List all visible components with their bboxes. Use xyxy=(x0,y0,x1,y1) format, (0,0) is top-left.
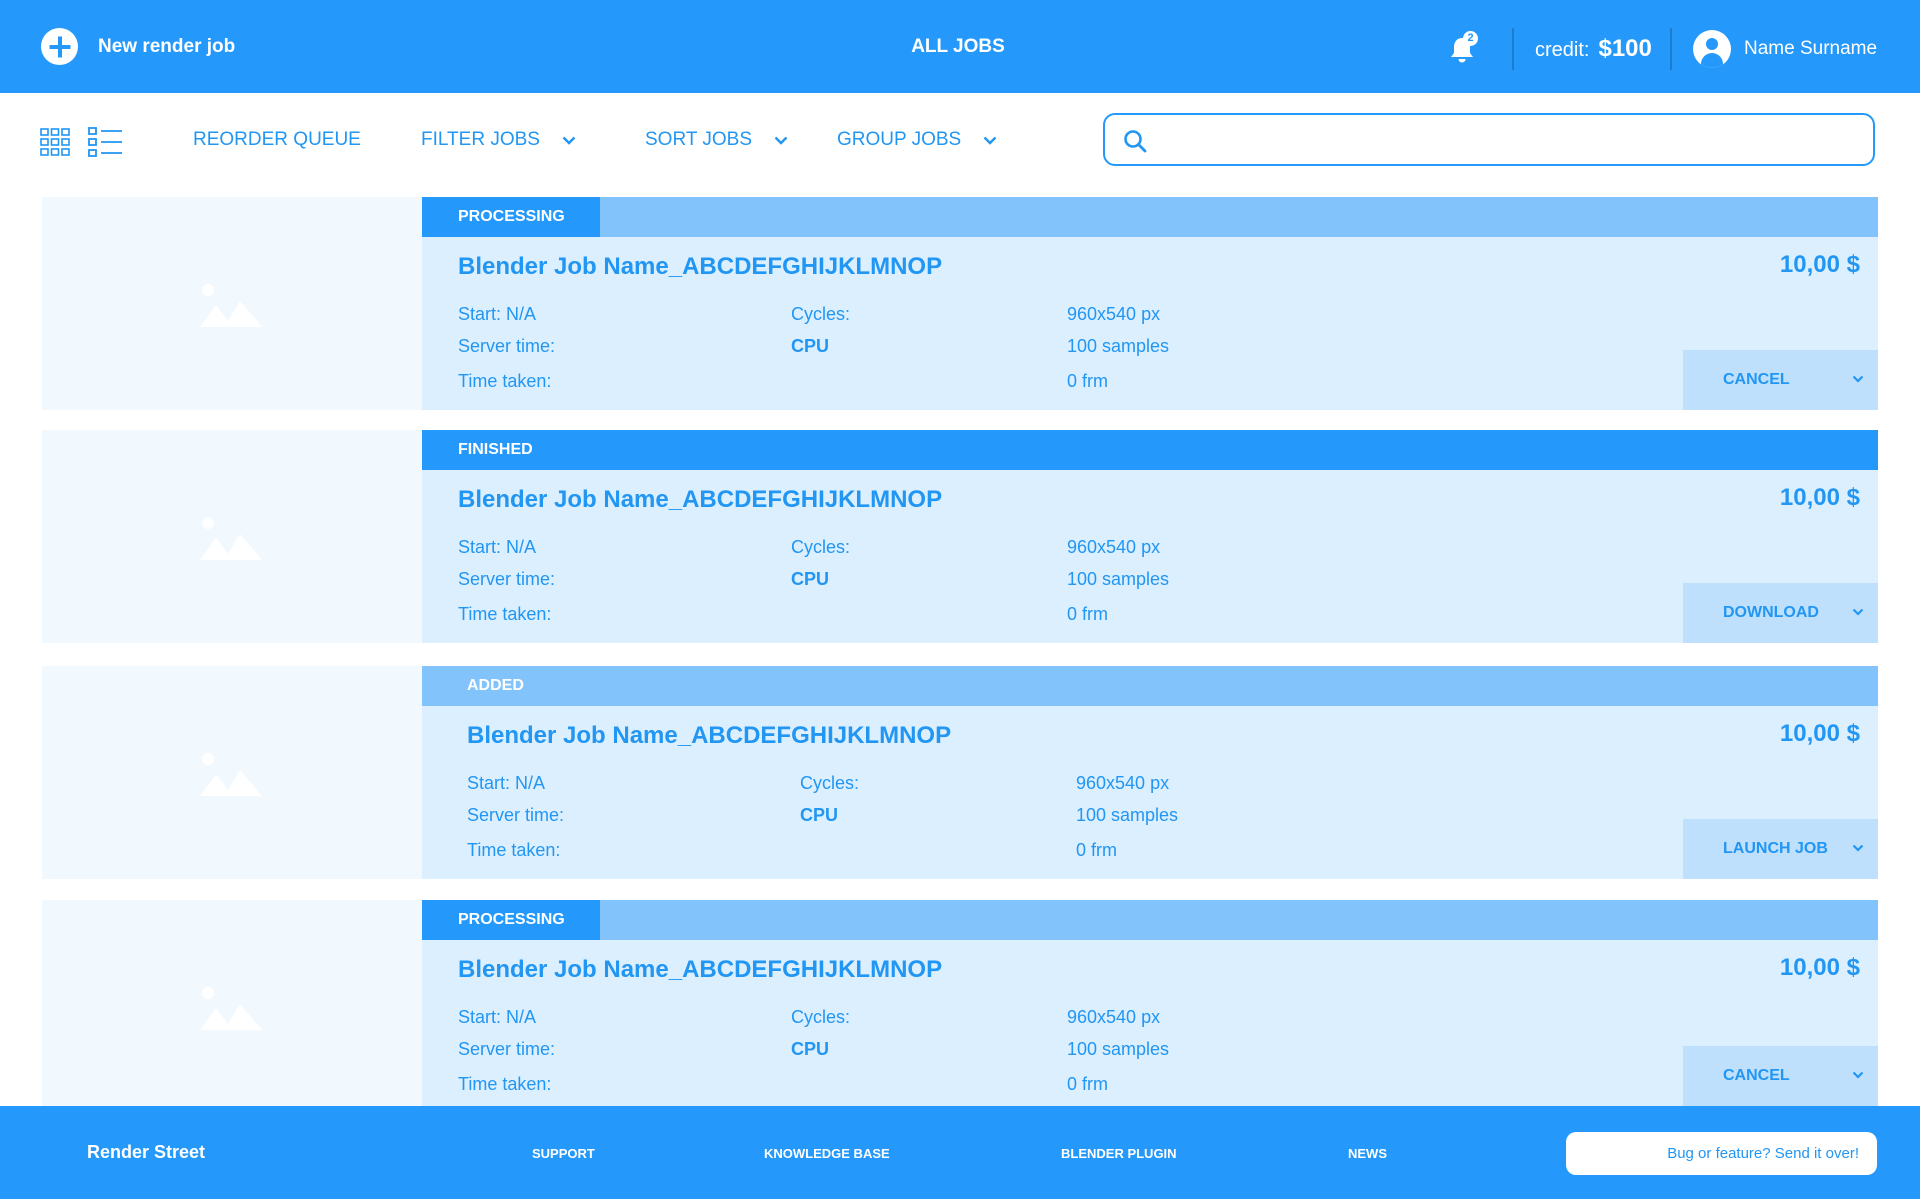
job-cpu-label: CPU xyxy=(791,569,830,589)
job-details: ADDED Blender Job Name_ABCDEFGHIJKLMNOP 10… xyxy=(422,666,1878,879)
job-start: Start: N/A xyxy=(458,537,537,557)
job-name: Blender Job Name_ABCDEFGHIJKLMNOP xyxy=(458,956,943,983)
chevron-down-icon xyxy=(1852,608,1864,616)
footer-link-blender-plugin[interactable]: BLENDER PLUGIN xyxy=(1061,1146,1177,1161)
job-time-taken-label: Time taken: xyxy=(467,840,561,860)
job-cycles-label: Cycles: xyxy=(800,773,860,793)
job-card[interactable]: FINISHED Blender Job Name_ABCDEFGHIJKLMNO… xyxy=(42,430,1878,643)
job-price: 10,00 $ xyxy=(1779,954,1860,981)
job-samples: 100 samples xyxy=(1067,336,1170,356)
job-status-bar: PROCESSING xyxy=(422,900,1878,940)
job-cpu-label: CPU xyxy=(791,1039,830,1059)
image-placeholder-icon xyxy=(200,753,262,796)
job-resolution: 960x540 px xyxy=(1067,537,1161,557)
job-action-label: LAUNCH JOB xyxy=(1723,840,1828,857)
job-price: 10,00 $ xyxy=(1779,720,1860,747)
job-action-label: CANCEL xyxy=(1723,371,1790,388)
job-card[interactable]: PROCESSING Blender Job Name_ABCDEFGHIJKLM… xyxy=(42,197,1878,410)
job-time-taken-label: Time taken: xyxy=(458,371,552,391)
image-placeholder-icon xyxy=(200,517,262,560)
job-cycles-label: Cycles: xyxy=(791,304,851,324)
job-time-taken-label: Time taken: xyxy=(458,1074,552,1094)
job-time-taken-label: Time taken: xyxy=(458,604,552,624)
footer-link-support[interactable]: SUPPORT xyxy=(532,1146,595,1161)
image-placeholder-icon xyxy=(200,284,262,327)
job-status-tag: ADDED xyxy=(422,666,600,706)
job-price: 10,00 $ xyxy=(1779,484,1860,511)
job-server-time-label: Server time: xyxy=(467,805,565,825)
job-status-bar: PROCESSING xyxy=(422,197,1878,237)
chevron-down-icon xyxy=(1852,1071,1864,1079)
job-card[interactable]: ADDED Blender Job Name_ABCDEFGHIJKLMNOP 10… xyxy=(42,666,1878,879)
job-start: Start: N/A xyxy=(458,304,537,324)
job-action-button[interactable]: CANCEL xyxy=(1683,350,1878,410)
job-cycles-label: Cycles: xyxy=(791,537,851,557)
job-action-button[interactable]: CANCEL xyxy=(1683,1046,1878,1106)
job-samples: 100 samples xyxy=(1067,569,1170,589)
job-samples: 100 samples xyxy=(1076,805,1179,825)
job-start: Start: N/A xyxy=(458,1007,537,1027)
job-details: FINISHED Blender Job Name_ABCDEFGHIJKLMNO… xyxy=(422,430,1878,643)
chevron-down-icon xyxy=(1852,375,1864,383)
job-status-bar: ADDED xyxy=(422,666,1878,706)
footer: Render Street SUPPORT KNOWLEDGE BASE BLE… xyxy=(0,1106,1920,1199)
job-thumbnail xyxy=(42,666,422,879)
job-name: Blender Job Name_ABCDEFGHIJKLMNOP xyxy=(467,722,952,749)
feedback-button[interactable]: Bug or feature? Send it over! xyxy=(1566,1132,1877,1175)
job-name: Blender Job Name_ABCDEFGHIJKLMNOP xyxy=(458,253,943,280)
job-frames: 0 frm xyxy=(1067,371,1109,391)
job-cpu-label: CPU xyxy=(791,336,830,356)
job-details: PROCESSING Blender Job Name_ABCDEFGHIJKLM… xyxy=(422,197,1878,410)
job-status-bar: FINISHED xyxy=(422,430,1878,470)
job-status-tag: FINISHED xyxy=(422,430,600,470)
job-action-label: CANCEL xyxy=(1723,1067,1790,1084)
job-cycles-label: Cycles: xyxy=(791,1007,851,1027)
image-placeholder-icon xyxy=(200,987,262,1030)
job-action-label: DOWNLOAD xyxy=(1723,604,1819,621)
job-thumbnail xyxy=(42,197,422,410)
job-name: Blender Job Name_ABCDEFGHIJKLMNOP xyxy=(458,486,943,513)
job-thumbnail xyxy=(42,900,422,1106)
job-action-button[interactable]: LAUNCH JOB xyxy=(1683,819,1878,879)
job-list: PROCESSING Blender Job Name_ABCDEFGHIJKLM… xyxy=(0,0,1920,1199)
job-status-tag: PROCESSING xyxy=(422,900,600,940)
job-resolution: 960x540 px xyxy=(1067,1007,1161,1027)
job-resolution: 960x540 px xyxy=(1067,304,1161,324)
job-frames: 0 frm xyxy=(1067,604,1109,624)
footer-link-news[interactable]: NEWS xyxy=(1348,1146,1387,1161)
job-cpu-label: CPU xyxy=(800,805,839,825)
job-samples: 100 samples xyxy=(1067,1039,1170,1059)
job-thumbnail xyxy=(42,430,422,643)
job-server-time-label: Server time: xyxy=(458,1039,556,1059)
job-price: 10,00 $ xyxy=(1779,251,1860,278)
job-start: Start: N/A xyxy=(467,773,546,793)
job-card[interactable]: PROCESSING Blender Job Name_ABCDEFGHIJKLM… xyxy=(42,900,1878,1106)
footer-link-knowledge-base[interactable]: KNOWLEDGE BASE xyxy=(764,1146,890,1161)
chevron-down-icon xyxy=(1852,844,1864,852)
job-server-time-label: Server time: xyxy=(458,569,556,589)
job-frames: 0 frm xyxy=(1076,840,1118,860)
job-status-tag: PROCESSING xyxy=(422,197,600,237)
job-server-time-label: Server time: xyxy=(458,336,556,356)
job-frames: 0 frm xyxy=(1067,1074,1109,1094)
footer-brand: Render Street xyxy=(87,1142,206,1162)
job-resolution: 960x540 px xyxy=(1076,773,1170,793)
job-details: PROCESSING Blender Job Name_ABCDEFGHIJKLM… xyxy=(422,900,1878,1106)
job-action-button[interactable]: DOWNLOAD xyxy=(1683,583,1878,643)
